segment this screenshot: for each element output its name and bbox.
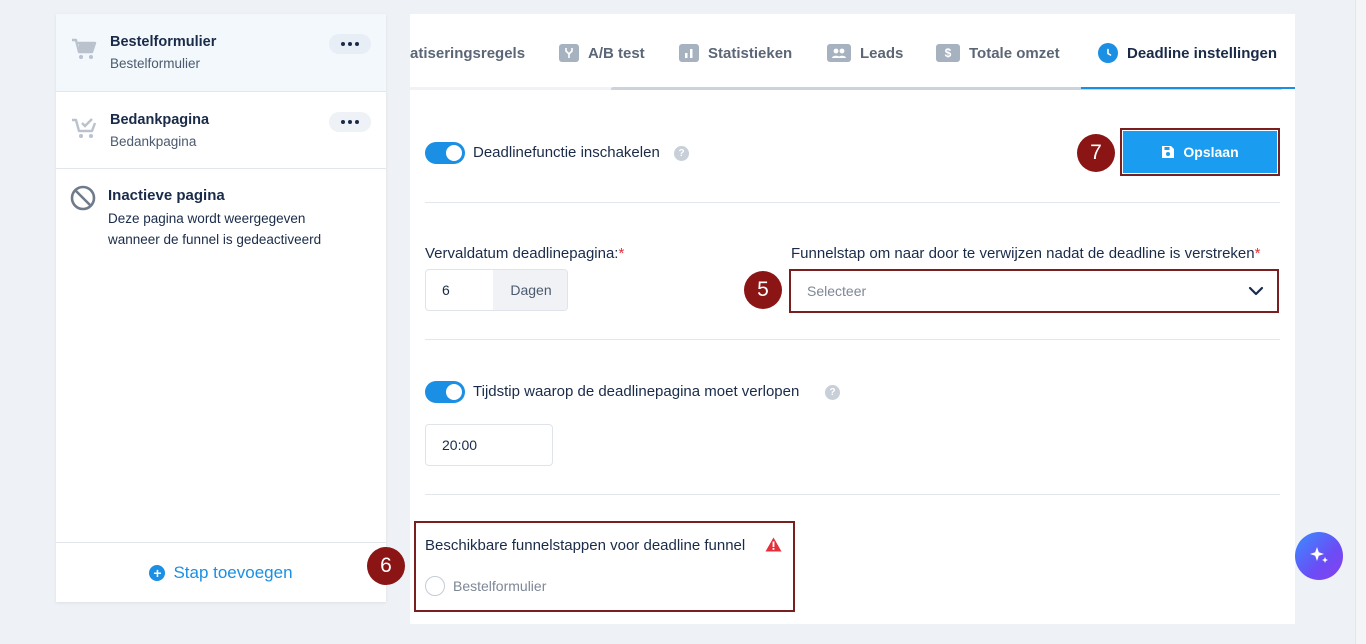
step-title: Bedankpagina	[110, 112, 210, 128]
redirect-label: Funnelstap om naar door te verwijzen nad…	[791, 245, 1260, 262]
tab-label: Totale omzet	[969, 44, 1060, 62]
expiry-days-input-group: 6 Dagen	[425, 269, 568, 311]
divider	[425, 202, 1280, 203]
expiry-label-text: Vervaldatum deadlinepagina:	[425, 245, 619, 262]
more-options-button[interactable]	[329, 112, 371, 132]
plus-circle-icon: +	[149, 564, 166, 581]
tab-leads[interactable]: Leads	[827, 43, 903, 63]
add-step-button[interactable]: + Stap toevoegen	[56, 542, 386, 602]
dot-icon	[348, 120, 352, 124]
funnel-step-bedankpagina[interactable]: Bedankpagina Bedankpagina	[56, 92, 386, 169]
divider	[425, 339, 1280, 340]
expiry-time-toggle[interactable]	[425, 381, 465, 403]
cart-check-icon	[72, 118, 97, 138]
tab-underline	[410, 87, 611, 90]
dot-icon	[355, 120, 359, 124]
tab-label: A/B test	[588, 44, 645, 62]
warning-icon	[765, 537, 782, 552]
deadline-enable-toggle[interactable]	[425, 142, 465, 164]
active-tab-indicator	[1081, 87, 1295, 89]
days-unit-label: Dagen	[493, 270, 567, 310]
inactive-title: Inactieve pagina	[108, 187, 225, 204]
add-step-label: Stap toevoegen	[173, 562, 293, 582]
save-label: Opslaan	[1183, 144, 1239, 160]
dollar-icon: $	[936, 44, 960, 62]
expiry-days-input[interactable]: 6	[426, 270, 493, 310]
expiry-time-input[interactable]: 20:00	[425, 424, 553, 466]
dot-icon	[348, 42, 352, 46]
step-subtitle: Bedankpagina	[110, 134, 197, 149]
annotation-badge: 6	[367, 547, 405, 585]
select-placeholder: Selecteer	[807, 283, 867, 299]
tab-statistieken[interactable]: Statistieken	[679, 43, 792, 63]
available-step-label: Bestelformulier	[453, 578, 547, 594]
required-mark: *	[1254, 245, 1261, 262]
tab-automatiseringsregels[interactable]: atiseringsregels	[410, 43, 525, 63]
tab-bar: atiseringsregels A/B test Statistieken L…	[410, 14, 1295, 90]
help-icon[interactable]: ?	[674, 146, 689, 161]
cart-icon	[72, 38, 97, 59]
annotation-outline	[414, 521, 795, 612]
tab-label: Leads	[860, 44, 904, 62]
page-scrollbar[interactable]	[1355, 0, 1366, 644]
redirect-step-select[interactable]: Selecteer	[792, 272, 1276, 310]
split-icon	[559, 44, 579, 62]
required-mark: *	[618, 245, 625, 262]
save-button[interactable]: Opslaan	[1123, 131, 1277, 173]
redirect-label-text: Funnelstap om naar door te verwijzen nad…	[791, 245, 1255, 262]
expiry-time-label: Tijdstip waarop de deadlinepagina moet v…	[473, 383, 800, 400]
toggle-knob	[446, 145, 462, 161]
deadline-settings-panel: atiseringsregels A/B test Statistieken L…	[367, 14, 1295, 624]
toggle-knob	[446, 384, 462, 400]
clock-icon	[1098, 43, 1118, 63]
funnel-steps-sidebar: Bestelformulier Bestelformulier Bedankpa…	[56, 14, 386, 602]
dot-icon	[355, 42, 359, 46]
deadline-enable-label: Deadlinefunctie inschakelen	[473, 144, 660, 161]
available-step-radio[interactable]	[425, 576, 445, 596]
tab-totale-omzet[interactable]: $ Totale omzet	[936, 43, 1060, 63]
step-title: Bestelformulier	[110, 34, 217, 50]
annotation-badge: 7	[1077, 134, 1115, 172]
expiry-label: Vervaldatum deadlinepagina:*	[425, 245, 624, 262]
dot-icon	[341, 120, 345, 124]
help-icon[interactable]: ?	[825, 385, 840, 400]
dot-icon	[341, 42, 345, 46]
inactive-description: Deze pagina wordt weergegeven wanneer de…	[108, 211, 322, 247]
floppy-disk-icon	[1162, 146, 1175, 158]
more-options-button[interactable]	[329, 34, 371, 54]
tab-label: Statistieken	[708, 44, 793, 62]
users-icon	[827, 44, 851, 62]
divider	[425, 494, 1280, 495]
chevron-down-icon	[1248, 286, 1264, 296]
inactive-page-step[interactable]: Inactieve pagina Deze pagina wordt weerg…	[56, 170, 386, 260]
step-subtitle: Bestelformulier	[110, 56, 201, 71]
annotation-badge: 5	[744, 271, 782, 309]
tab-deadline-instellingen[interactable]: Deadline instellingen	[1098, 43, 1277, 63]
tab-label: atiseringsregels	[410, 44, 526, 62]
bar-chart-icon	[679, 44, 699, 62]
tab-ab-test[interactable]: A/B test	[559, 43, 645, 63]
ban-icon	[70, 185, 96, 211]
available-steps-label: Beschikbare funnelstappen voor deadline …	[425, 537, 746, 554]
sparkle-icon	[1310, 547, 1328, 563]
ai-assistant-button[interactable]	[1295, 532, 1343, 580]
funnel-step-bestelformulier[interactable]: Bestelformulier Bestelformulier	[56, 14, 386, 92]
tab-label: Deadline instellingen	[1127, 44, 1278, 62]
